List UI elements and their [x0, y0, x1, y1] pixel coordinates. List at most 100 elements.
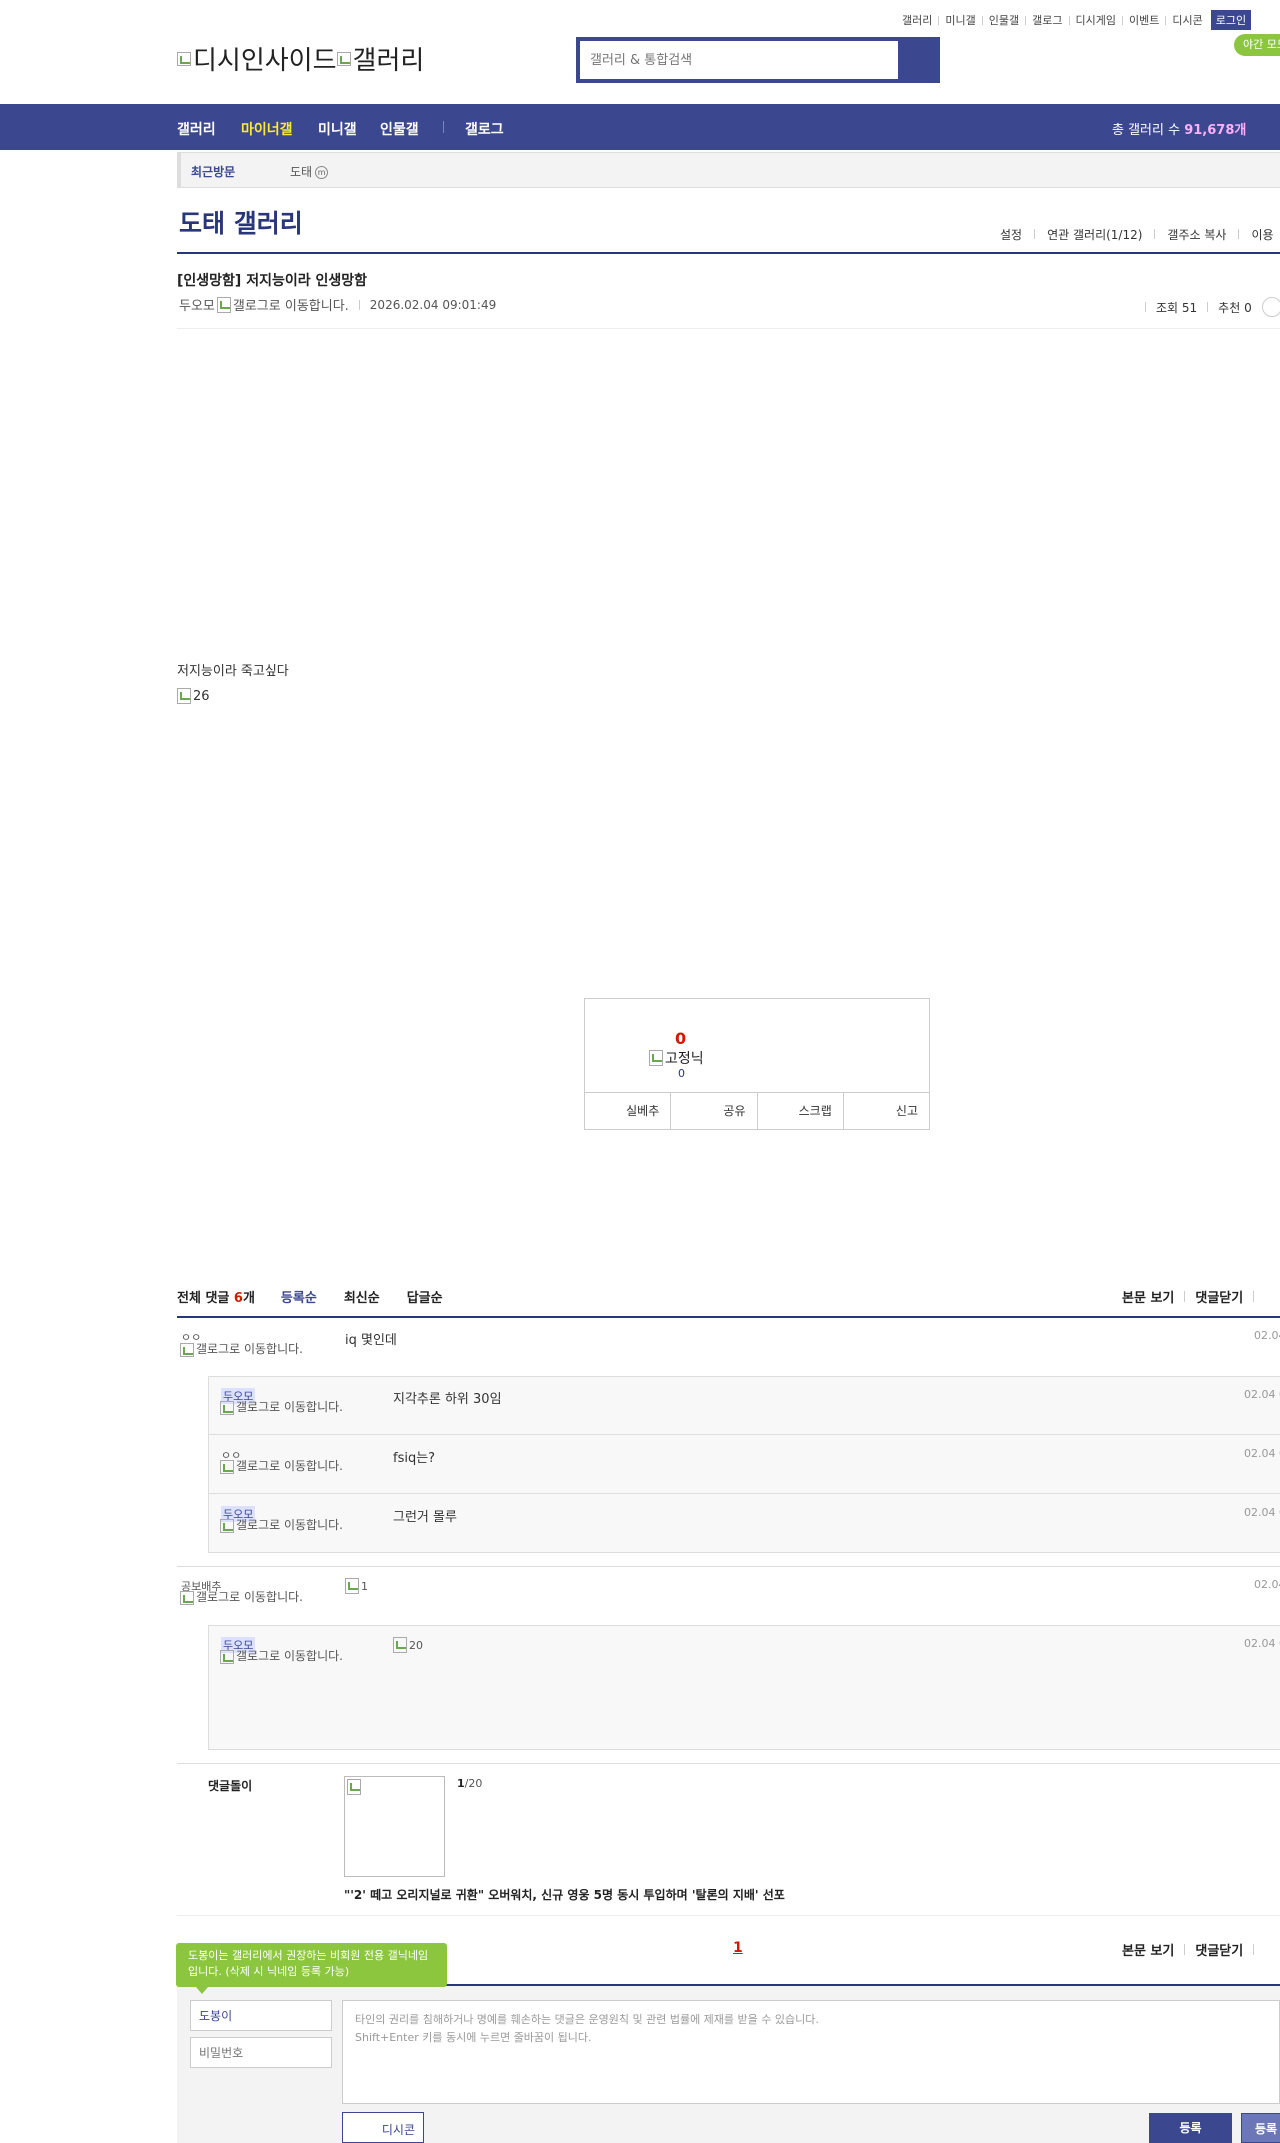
total-gallery-count: 총 갤러리 수 91,678개 [1112, 123, 1247, 138]
password-field[interactable] [190, 2037, 332, 2068]
comment-gallog-link[interactable]: 갤로그로 이동합니다. [220, 1519, 345, 1533]
reply-divider [209, 1493, 1280, 1494]
close-comments-link[interactable]: 댓글닫기 [1195, 1940, 1243, 1959]
logo-site-text: 디시인사이드 [193, 46, 337, 76]
recommend-box: 0 고정닉 0 실베추 공유 스크랩 신고 [584, 998, 930, 1130]
comment-gallog-link[interactable]: 갤로그로 이동합니다. [220, 1650, 345, 1664]
broken-image-icon [177, 688, 191, 704]
comment-date: 02.04 [1254, 1329, 1280, 1342]
textarea-placeholder-line: Shift+Enter 키를 동시에 누르면 줄바꿈이 됩니다. [355, 2031, 592, 2044]
dccon-button[interactable]: 디시콘 [342, 2112, 424, 2143]
broken-image-icon [649, 1050, 663, 1066]
main-nav: 갤러리 마이너갤 미니갤 인물갤 갤로그 총 갤러리 수 91,678개 [0, 104, 1280, 150]
gallog-icon [220, 1460, 234, 1474]
real-best-button[interactable]: 실베추 [585, 1093, 672, 1129]
post-body-image[interactable]: 26 [177, 688, 210, 704]
comment-image[interactable]: 20 [393, 1637, 423, 1653]
view-body-link[interactable]: 본문 보기 [1122, 1940, 1174, 1959]
recent-visit-item[interactable]: 도태 m [290, 163, 329, 180]
sort-registered[interactable]: 등록순 [281, 1287, 317, 1306]
gallog-link[interactable]: 갤로그로 이동합니다. [233, 295, 349, 314]
recent-visit-label: 최근방문 [191, 165, 236, 179]
more-options-icon[interactable] [1261, 297, 1280, 317]
comment-gallog-link[interactable]: 갤로그로 이동합니다. [220, 1460, 345, 1474]
nav-mini-gallery[interactable]: 미니갤 [318, 119, 357, 139]
comment-textarea[interactable]: 타인의 권리를 침해하거나 명예를 훼손하는 댓글은 운영원칙 및 관련 법률에… [342, 2000, 1280, 2104]
copy-address-link[interactable]: 갤주소 복사 [1167, 226, 1226, 243]
nickname-field[interactable] [190, 2000, 332, 2031]
search-button[interactable] [898, 41, 936, 79]
reply-list [208, 1625, 1280, 1750]
post-author[interactable]: 두오모 [179, 295, 215, 314]
gallery-title[interactable]: 도태 갤러리 [179, 204, 303, 240]
related-gallery-link[interactable]: 연관 갤러리(1/12) [1047, 226, 1142, 243]
comment-text: 지각추론 하위 30임 [393, 1392, 502, 1407]
gallog-icon [220, 1519, 234, 1533]
gallog-icon [220, 1401, 234, 1415]
usage-link[interactable]: 이용 [1251, 226, 1273, 243]
minor-gallery-badge-icon: m [315, 166, 329, 179]
comment-divider [177, 1316, 1280, 1318]
comment-gallog-link[interactable]: 갤로그로 이동합니다. [220, 1401, 345, 1415]
close-comments-link[interactable]: 댓글닫기 [1195, 1287, 1243, 1306]
nav-minor-gallery[interactable]: 마이너갤 [241, 119, 293, 139]
share-button[interactable]: 공유 [671, 1093, 758, 1129]
post-views: 조회 51 [1156, 300, 1198, 315]
comment-gallog-link[interactable]: 갤로그로 이동합니다. [180, 1343, 305, 1357]
sort-latest[interactable]: 최신순 [344, 1287, 380, 1306]
post-body-text: 저지능이라 죽고싶다 [177, 664, 289, 679]
post-stats: 조회 51 추천 0 [1135, 297, 1280, 317]
login-button[interactable]: 로그인 [1210, 10, 1252, 30]
report-button[interactable]: 신고 [844, 1093, 929, 1129]
util-link-minigall[interactable]: 미니갤 [945, 12, 975, 28]
gallog-icon[interactable] [216, 296, 231, 313]
comment-divider [177, 1763, 1280, 1764]
post-recommend: 추천 0 [1218, 300, 1252, 315]
nickname-tooltip: 도봉이는 갤러리에서 권장하는 비회원 전용 갤닉네임입니다. (삭제 시 닉네… [176, 1943, 447, 1994]
broken-image-icon [336, 51, 351, 66]
nav-person-gallery[interactable]: 인물갤 [380, 119, 419, 139]
util-link-event[interactable]: 이벤트 [1129, 12, 1159, 28]
util-link-dcgame[interactable]: 디시게임 [1076, 12, 1116, 28]
comment-date: 02.04 0 [1244, 1447, 1280, 1460]
search-input[interactable] [580, 41, 898, 79]
comment-bot-image[interactable] [344, 1776, 445, 1877]
comment-gallog-link[interactable]: 갤로그로 이동합니다. [180, 1591, 305, 1605]
meta-divider [177, 328, 1280, 329]
textarea-placeholder-line: 타인의 권리를 침해하거나 명예를 훼손하는 댓글은 운영원칙 및 관련 법률에… [355, 2013, 819, 2026]
broken-image-icon [345, 1578, 359, 1594]
fixed-nick-button[interactable]: 고정닉 [649, 1048, 704, 1068]
recommend-count: 0 [675, 1029, 687, 1048]
reply-divider [209, 1434, 1280, 1435]
gallog-icon [180, 1343, 194, 1357]
nav-gallery[interactable]: 갤러리 [177, 119, 216, 139]
nav-divider [443, 121, 444, 133]
submit-recommend-button[interactable]: 등록 [1241, 2113, 1280, 2143]
comment-text: 그런거 몰루 [393, 1510, 457, 1525]
comment-date: 02.04 0 [1244, 1388, 1280, 1401]
sort-replies[interactable]: 답글순 [407, 1287, 443, 1306]
site-logo[interactable]: 디시인사이드 갤러리 [177, 40, 424, 77]
comment-image[interactable]: 1 [345, 1578, 368, 1594]
comment-bot-label: 댓글돌이 [208, 1779, 253, 1793]
title-divider [177, 252, 1280, 254]
gallog-icon [180, 1591, 194, 1605]
comment-bot-news-title[interactable]: "'2' 떼고 오리지널로 귀환" 오버워치, 신규 영웅 5명 동시 투입하며… [344, 1886, 785, 1903]
comment-page-1[interactable]: 1 [733, 1940, 743, 1956]
nav-gallog[interactable]: 갤로그 [465, 119, 504, 139]
fixed-nick-count: 0 [678, 1067, 685, 1080]
util-link-gallery[interactable]: 갤러리 [902, 12, 932, 28]
night-mode-toggle[interactable]: 야간 모드 [1234, 34, 1280, 56]
submit-button[interactable]: 등록 [1149, 2113, 1232, 2143]
comment-text: fsiq는? [393, 1451, 436, 1466]
scrap-button[interactable]: 스크랩 [758, 1093, 844, 1129]
util-link-dccon[interactable]: 디시콘 [1172, 12, 1202, 28]
view-body-link[interactable]: 본문 보기 [1122, 1287, 1174, 1306]
post-meta: 두오모 갤로그로 이동합니다. 2026.02.04 09:01:49 [179, 295, 496, 314]
comment-text: iq 몇인데 [345, 1333, 397, 1348]
util-link-gallog[interactable]: 갤로그 [1032, 12, 1062, 28]
settings-link[interactable]: 설정 [1000, 226, 1022, 243]
comment-header: 전체 댓글 6개 등록순 최신순 답글순 [177, 1287, 443, 1306]
post-title: [인생망함] 저지능이라 인생망함 [177, 273, 367, 289]
util-link-persongall[interactable]: 인물갤 [989, 12, 1019, 28]
